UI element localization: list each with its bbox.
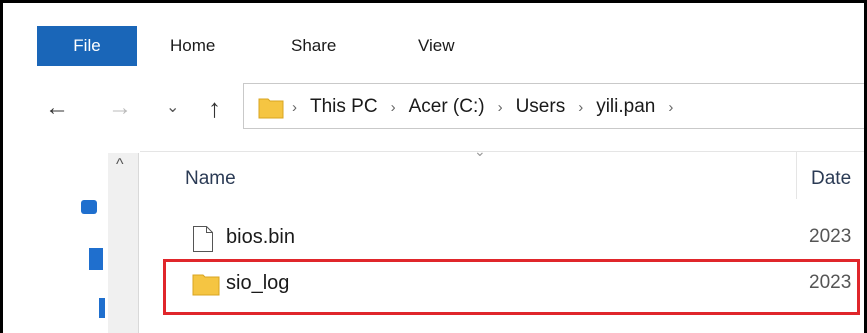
tab-view[interactable]: View: [418, 26, 455, 66]
nav-pane-item-icon[interactable]: [89, 248, 103, 270]
back-arrow-icon[interactable]: ←: [45, 83, 69, 133]
column-divider[interactable]: [796, 151, 797, 199]
breadcrumb-users[interactable]: Users: [516, 96, 566, 118]
scroll-up-chevron-icon[interactable]: ^: [116, 156, 124, 174]
tab-file[interactable]: File: [37, 26, 137, 66]
up-arrow-icon[interactable]: ↑: [208, 83, 221, 133]
nav-pane-item-icon[interactable]: [99, 298, 105, 318]
quick-access-star-icon[interactable]: [81, 200, 97, 214]
breadcrumb-acer-c[interactable]: Acer (C:): [409, 96, 485, 118]
breadcrumb-this-pc[interactable]: This PC: [310, 96, 378, 118]
breadcrumb-separator[interactable]: ›: [292, 99, 297, 116]
forward-arrow-icon[interactable]: →: [108, 83, 132, 133]
breadcrumb-separator[interactable]: ›: [578, 99, 583, 116]
address-bar[interactable]: › This PC › Acer (C:) › Users › yili.pan…: [243, 83, 864, 130]
navigation-pane-scrollbar[interactable]: [108, 153, 139, 333]
breadcrumb-separator[interactable]: ›: [498, 99, 503, 116]
file-icon: [192, 225, 214, 258]
file-date: 2023: [809, 226, 852, 247]
file-name: bios.bin: [226, 226, 295, 248]
breadcrumb: › This PC › Acer (C:) › Users › yili.pan…: [292, 84, 686, 130]
breadcrumb-separator[interactable]: ›: [668, 99, 673, 116]
header-divider: [140, 151, 864, 152]
breadcrumb-yili-pan[interactable]: yili.pan: [596, 96, 655, 118]
column-header-name[interactable]: Name: [185, 168, 236, 190]
tab-share[interactable]: Share: [291, 26, 336, 66]
navigation-bar: ← → ⌄ ↑ › This PC › Acer (C:) › Users › …: [3, 83, 864, 133]
breadcrumb-separator[interactable]: ›: [391, 99, 396, 116]
column-header-date[interactable]: Date: [811, 168, 851, 190]
recent-locations-chevron-icon[interactable]: ⌄: [166, 83, 179, 133]
ribbon-tabs: File Home Share View: [35, 26, 864, 66]
sort-chevron-icon: ⌄: [474, 143, 486, 159]
folder-icon: [258, 95, 284, 124]
annotation-highlight-box: [163, 259, 860, 315]
tab-home[interactable]: Home: [170, 26, 215, 66]
explorer-window: File Home Share View ← → ⌄ ↑ › This PC ›…: [0, 0, 867, 333]
file-row-bios-bin[interactable]: bios.bin 2023: [140, 219, 864, 259]
